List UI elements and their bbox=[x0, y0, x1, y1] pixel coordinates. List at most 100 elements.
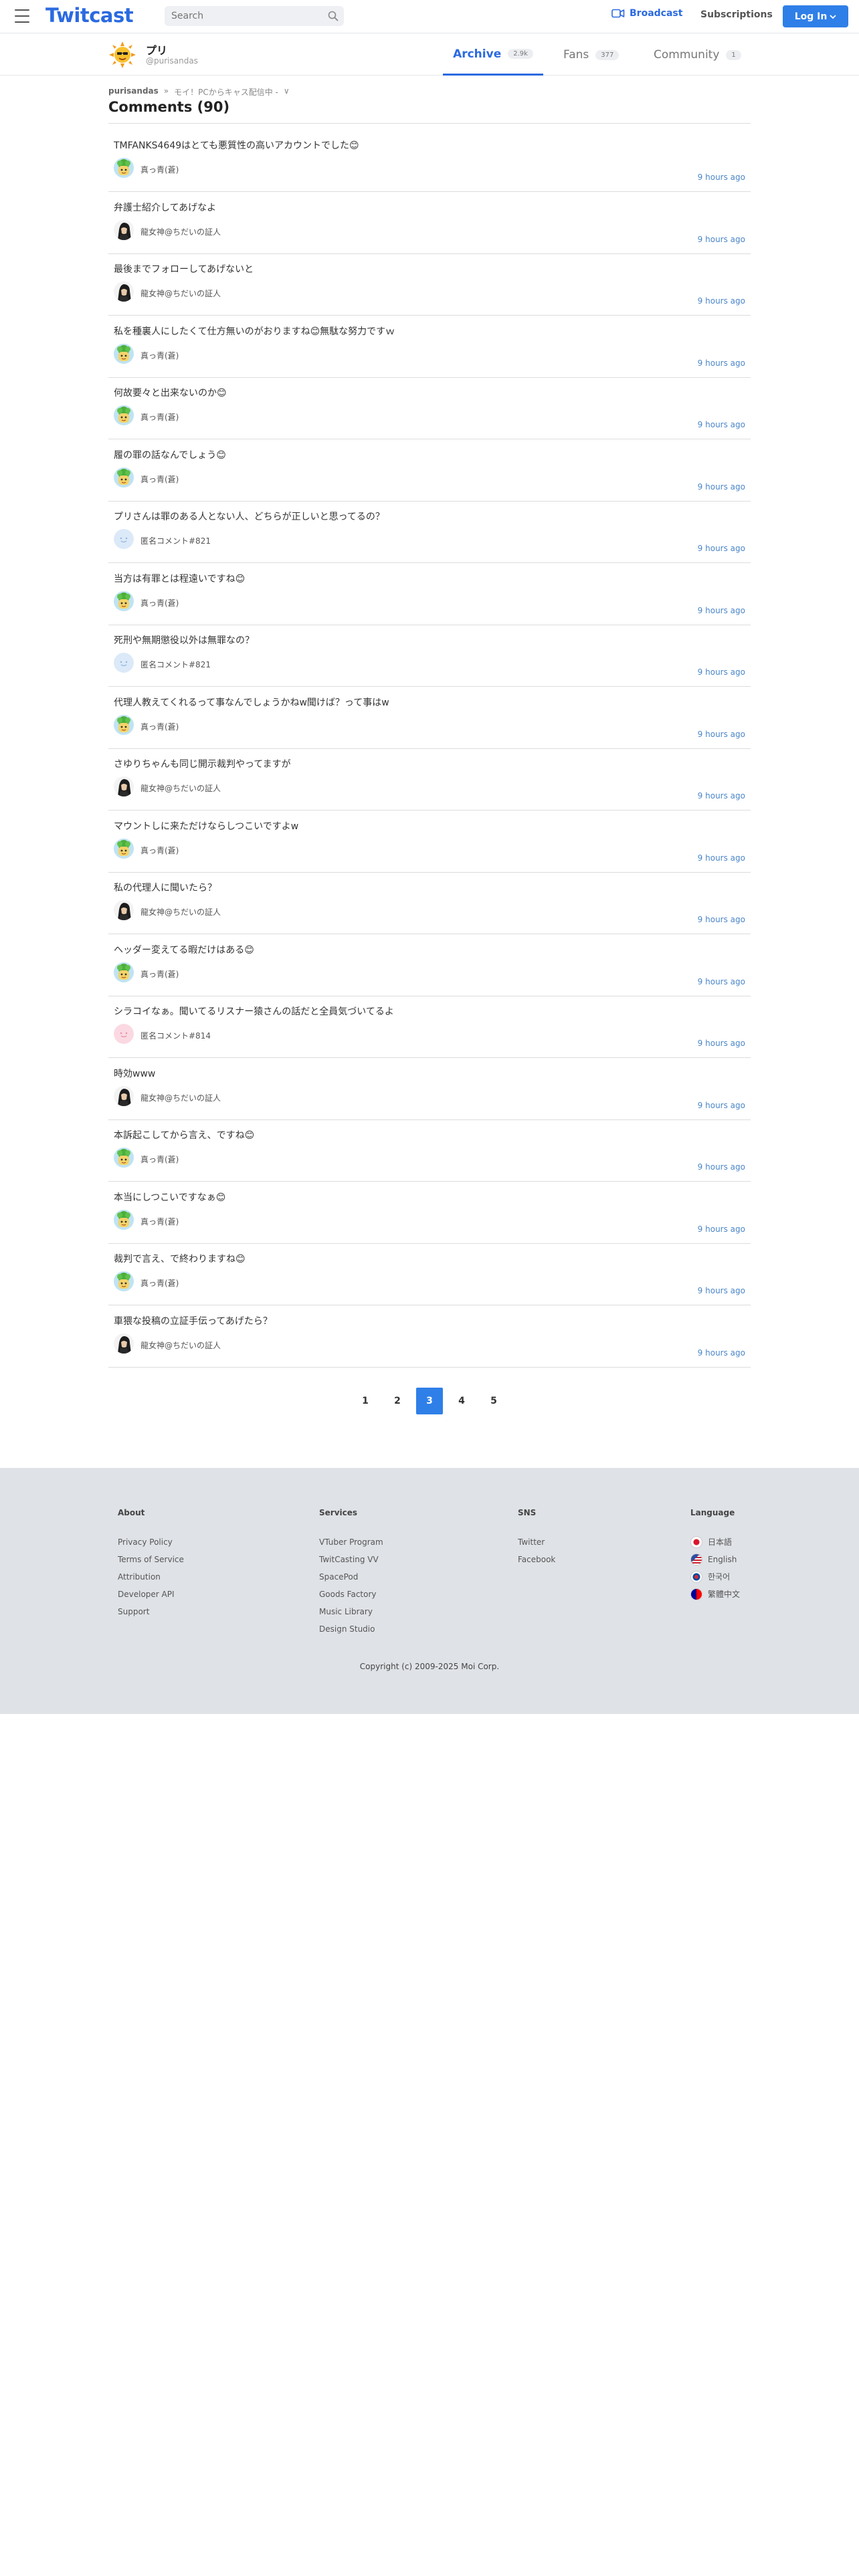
comment-timestamp[interactable]: 9 hours ago bbox=[698, 482, 745, 492]
comment-author[interactable]: 真っ青(蒼) bbox=[140, 968, 179, 980]
page-button-4[interactable]: 4 bbox=[448, 1388, 475, 1414]
tab-community[interactable]: Community 1 bbox=[654, 34, 741, 76]
comment-author[interactable]: 龍女神@ちだいの証人 bbox=[140, 1339, 221, 1351]
footer-link-twitter[interactable]: Twitter bbox=[518, 1533, 555, 1551]
search-input[interactable] bbox=[165, 6, 318, 26]
footer-link-music-library[interactable]: Music Library bbox=[319, 1603, 383, 1620]
page-button-2[interactable]: 2 bbox=[384, 1388, 411, 1414]
footer-link-vtuber-program[interactable]: VTuber Program bbox=[319, 1533, 383, 1551]
comment-author[interactable]: 龍女神@ちだいの証人 bbox=[140, 288, 221, 299]
anonymous-avatar-icon[interactable] bbox=[114, 1024, 134, 1044]
green-character-avatar-icon[interactable] bbox=[114, 1148, 134, 1168]
footer-link-design-studio[interactable]: Design Studio bbox=[319, 1620, 383, 1638]
green-character-avatar-icon[interactable] bbox=[114, 158, 134, 178]
footer-link-spacepod[interactable]: SpacePod bbox=[319, 1568, 383, 1586]
footer-link-privacy-policy[interactable]: Privacy Policy bbox=[118, 1533, 184, 1551]
comment-timestamp[interactable]: 9 hours ago bbox=[698, 1039, 745, 1048]
comment-timestamp[interactable]: 9 hours ago bbox=[698, 1101, 745, 1110]
dark-hair-avatar-icon[interactable] bbox=[114, 776, 134, 796]
dark-hair-avatar-icon[interactable] bbox=[114, 1085, 134, 1106]
comment-timestamp[interactable]: 9 hours ago bbox=[698, 296, 745, 306]
comment-author[interactable]: 真っ青(蒼) bbox=[140, 1277, 179, 1289]
language-option-korean[interactable]: 한국어 bbox=[690, 1568, 740, 1586]
search-icon[interactable] bbox=[328, 11, 339, 21]
dark-hair-avatar-icon[interactable] bbox=[114, 1333, 134, 1354]
breadcrumb-chevron-icon[interactable]: ∨ bbox=[284, 86, 290, 98]
hamburger-menu-icon[interactable] bbox=[15, 9, 29, 23]
divider bbox=[108, 123, 751, 124]
dark-hair-avatar-icon[interactable] bbox=[114, 282, 134, 302]
comment-author[interactable]: 匿名コメント#821 bbox=[140, 535, 211, 546]
breadcrumb-movie-link[interactable]: モイ！PCからキャス配信中 - bbox=[174, 86, 278, 98]
comment-author[interactable]: 真っ青(蒼) bbox=[140, 1154, 179, 1165]
login-button[interactable]: Log In bbox=[783, 5, 848, 27]
comment-timestamp[interactable]: 9 hours ago bbox=[698, 1162, 745, 1172]
comment-author[interactable]: 真っ青(蒼) bbox=[140, 1216, 179, 1227]
comment-timestamp[interactable]: 9 hours ago bbox=[698, 358, 745, 368]
anonymous-avatar-icon[interactable] bbox=[114, 529, 134, 549]
green-character-avatar-icon[interactable] bbox=[114, 838, 134, 859]
comment-author[interactable]: 匿名コメント#814 bbox=[140, 1030, 211, 1041]
footer-link-goods-factory[interactable]: Goods Factory bbox=[319, 1586, 383, 1603]
comment-timestamp[interactable]: 9 hours ago bbox=[698, 730, 745, 739]
language-option-traditional-chinese[interactable]: 繁體中文 bbox=[690, 1586, 740, 1603]
green-character-avatar-icon[interactable] bbox=[114, 467, 134, 488]
comment-timestamp[interactable]: 9 hours ago bbox=[698, 1224, 745, 1234]
green-character-avatar-icon[interactable] bbox=[114, 714, 134, 735]
language-option-english[interactable]: English bbox=[690, 1551, 740, 1568]
comment-author[interactable]: 真っ青(蒼) bbox=[140, 164, 179, 175]
comment-item: 死刑や無期懲役以外は無罪なの？ 匿名コメント#821 9 hours ago bbox=[108, 625, 751, 687]
footer-link-attribution[interactable]: Attribution bbox=[118, 1568, 184, 1586]
tab-archive[interactable]: Archive 2.9k bbox=[443, 34, 543, 76]
twitcast-logo[interactable]: Twitcast bbox=[45, 4, 134, 27]
comment-timestamp[interactable]: 9 hours ago bbox=[698, 667, 745, 677]
comment-author[interactable]: 真っ青(蒼) bbox=[140, 473, 179, 485]
comment-author[interactable]: 龍女神@ちだいの証人 bbox=[140, 782, 221, 794]
comment-timestamp[interactable]: 9 hours ago bbox=[698, 915, 745, 924]
dark-hair-avatar-icon[interactable] bbox=[114, 900, 134, 920]
comment-author[interactable]: 真っ青(蒼) bbox=[140, 350, 179, 361]
search-box[interactable] bbox=[165, 6, 344, 26]
comment-timestamp[interactable]: 9 hours ago bbox=[698, 544, 745, 553]
green-character-avatar-icon[interactable] bbox=[114, 962, 134, 982]
green-character-avatar-icon[interactable] bbox=[114, 1271, 134, 1291]
comment-author[interactable]: 真っ青(蒼) bbox=[140, 597, 179, 609]
footer-link-developer-api[interactable]: Developer API bbox=[118, 1586, 184, 1603]
comment-timestamp[interactable]: 9 hours ago bbox=[698, 1348, 745, 1358]
comment-author[interactable]: 真っ青(蒼) bbox=[140, 721, 179, 732]
footer-link-facebook[interactable]: Facebook bbox=[518, 1551, 555, 1568]
tab-fans[interactable]: Fans 377 bbox=[563, 34, 619, 76]
comment-author[interactable]: 龍女神@ちだいの証人 bbox=[140, 226, 221, 237]
breadcrumb-user-link[interactable]: purisandas bbox=[108, 86, 159, 98]
comment-timestamp[interactable]: 9 hours ago bbox=[698, 791, 745, 800]
comment-timestamp[interactable]: 9 hours ago bbox=[698, 1286, 745, 1295]
comment-author[interactable]: 真っ青(蒼) bbox=[140, 411, 179, 423]
green-character-avatar-icon[interactable] bbox=[114, 343, 134, 364]
anonymous-avatar-icon[interactable] bbox=[114, 653, 134, 673]
comment-author[interactable]: 龍女神@ちだいの証人 bbox=[140, 906, 221, 918]
language-option-japanese[interactable]: 日本語 bbox=[690, 1533, 740, 1551]
green-character-avatar-icon[interactable] bbox=[114, 1209, 134, 1230]
comment-author[interactable]: 匿名コメント#821 bbox=[140, 659, 211, 670]
user-avatar[interactable] bbox=[108, 41, 136, 69]
page-button-3[interactable]: 3 bbox=[416, 1388, 443, 1414]
comment-timestamp[interactable]: 9 hours ago bbox=[698, 173, 745, 182]
comment-author[interactable]: 龍女神@ちだいの証人 bbox=[140, 1092, 221, 1103]
comment-timestamp[interactable]: 9 hours ago bbox=[698, 235, 745, 244]
dark-hair-avatar-icon[interactable] bbox=[114, 219, 134, 240]
footer-link-twitcasting-vv[interactable]: TwitCasting VV bbox=[319, 1551, 383, 1568]
comment-timestamp[interactable]: 9 hours ago bbox=[698, 606, 745, 615]
comment-author[interactable]: 真っ青(蒼) bbox=[140, 845, 179, 856]
broadcast-button[interactable]: Broadcast bbox=[611, 8, 682, 19]
green-character-avatar-icon[interactable] bbox=[114, 591, 134, 611]
comment-timestamp[interactable]: 9 hours ago bbox=[698, 977, 745, 986]
subscriptions-link[interactable]: Subscriptions bbox=[700, 9, 773, 20]
footer-link-terms[interactable]: Terms of Service bbox=[118, 1551, 184, 1568]
green-character-avatar-icon[interactable] bbox=[114, 405, 134, 425]
page-button-5[interactable]: 5 bbox=[480, 1388, 507, 1414]
comment-timestamp[interactable]: 9 hours ago bbox=[698, 420, 745, 429]
comment-timestamp[interactable]: 9 hours ago bbox=[698, 853, 745, 863]
page-button-1[interactable]: 1 bbox=[352, 1388, 379, 1414]
footer-link-support[interactable]: Support bbox=[118, 1603, 184, 1620]
comment-item: 私を種裏人にしたくて仕方無いのがおりますね😊無駄な努力ですｗ 真っ青(蒼) 9 ho… bbox=[108, 316, 751, 378]
